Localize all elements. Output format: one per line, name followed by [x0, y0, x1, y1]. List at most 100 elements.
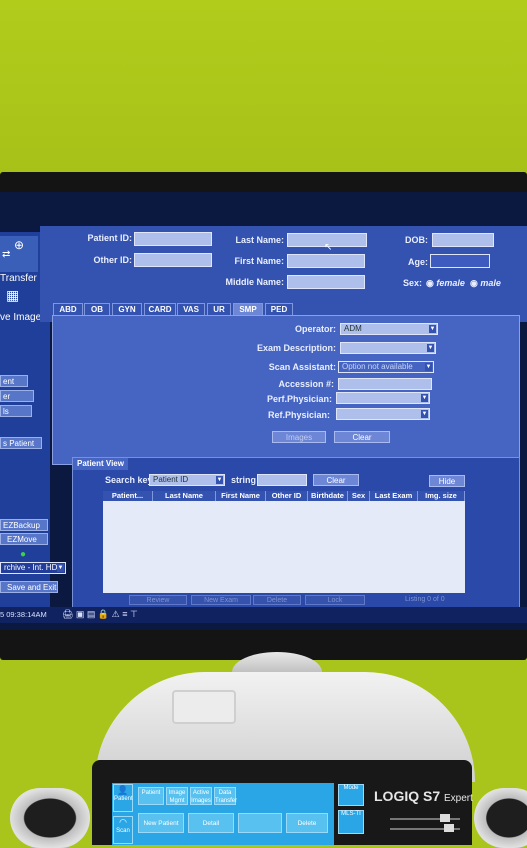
network-icon: ⊕ — [14, 238, 25, 252]
age-field — [430, 254, 490, 268]
review-button[interactable]: Review — [129, 595, 187, 605]
middle-name-field[interactable] — [287, 275, 365, 289]
console-scan-button[interactable]: ◠ Scan — [113, 816, 133, 844]
ezmove-button[interactable]: EZMove — [0, 533, 48, 545]
ref-physician-select[interactable]: ▼ — [336, 408, 430, 420]
delete-button[interactable]: Delete — [253, 595, 301, 605]
first-name-field[interactable] — [287, 254, 365, 268]
left-button-3[interactable]: ls — [0, 405, 32, 417]
probe-icon: ◠ — [119, 817, 127, 827]
age-label: Age: — [408, 257, 428, 267]
column-header[interactable]: First Name — [216, 491, 266, 501]
column-header[interactable]: Patient... — [103, 491, 153, 501]
left-panel-header: ⊕ ⇄ — [0, 236, 38, 272]
operator-label: Operator: — [294, 324, 336, 334]
touch-detail-button[interactable]: Detail — [188, 813, 234, 833]
background-wall — [0, 0, 527, 190]
exam-clear-button[interactable]: Clear — [334, 431, 390, 443]
column-header[interactable]: Other ID — [266, 491, 308, 501]
touch-tab-image-mgmt[interactable]: Image Mgmt — [166, 787, 188, 805]
column-header[interactable]: Sex — [348, 491, 370, 501]
left-button-1[interactable]: ent — [0, 375, 28, 387]
transfer-label[interactable]: Transfer — [0, 273, 37, 284]
scan-button-label: Scan — [116, 828, 130, 834]
perf-physician-select[interactable]: ▼ — [336, 392, 430, 404]
patient-button-label: Patient — [114, 796, 133, 802]
exam-description-label: Exam Description: — [256, 343, 336, 353]
touch-button[interactable] — [238, 813, 282, 833]
sex-male-radio[interactable]: ◉ male — [470, 278, 501, 289]
search-clear-button[interactable]: Clear — [313, 474, 359, 486]
person-icon: 👤 — [117, 785, 129, 795]
left-button-2[interactable]: er — [0, 390, 34, 402]
status-bar: 5 09:38:14AM 🖨 ▣ ▤ 🔒 ⚠ ≡ ⊤ — [0, 607, 527, 623]
patient-view-panel: Patient View Search key Patient ID ▼ str… — [72, 457, 520, 619]
archive-select[interactable]: rchive - Int. HD ▼ — [0, 562, 66, 574]
slider-knob[interactable] — [444, 824, 454, 832]
column-header[interactable]: Last Exam — [370, 491, 418, 501]
patient-view-title: Patient View — [73, 458, 128, 470]
brand-name: LOGIQ S7 — [374, 788, 441, 804]
last-name-label: Last Name: — [235, 235, 284, 245]
dob-label: DOB: — [405, 235, 428, 245]
brand-logo: LOGIQ S7 Expert — [374, 788, 473, 804]
patient-list[interactable] — [103, 501, 465, 593]
right-knob[interactable] — [474, 788, 527, 848]
console-patient-button[interactable]: 👤 Patient — [113, 784, 133, 812]
first-name-label: First Name: — [234, 256, 284, 266]
touch-new-patient-button[interactable]: New Patient — [138, 813, 184, 833]
slider-knob[interactable] — [440, 814, 450, 822]
save-and-exit-button[interactable]: Save and Exit — [0, 581, 58, 593]
archive-select-value: rchive - Int. HD — [4, 563, 58, 572]
chevron-down-icon: ▼ — [429, 325, 436, 333]
touch-tab-data-transfer[interactable]: Data Transfer — [214, 787, 237, 805]
other-id-field[interactable] — [134, 253, 212, 267]
chevron-down-icon: ▼ — [425, 363, 432, 371]
middle-name-label: Middle Name: — [225, 277, 284, 287]
status-icons: 🖨 ▣ ▤ 🔒 ⚠ ≡ ⊤ — [62, 609, 138, 619]
search-string-field[interactable] — [257, 474, 307, 486]
console-mls-button[interactable]: MLS-TI — [338, 810, 364, 834]
exam-description-select[interactable]: ▼ — [340, 342, 436, 354]
touch-tab-patient[interactable]: Patient — [138, 787, 164, 805]
chevron-down-icon: ▼ — [421, 410, 428, 418]
column-header[interactable]: Last Name — [153, 491, 216, 501]
scan-assistant-label: Scan Assistant: — [268, 362, 336, 372]
string-label: string — [231, 475, 257, 485]
sex-male-label: male — [480, 278, 501, 288]
accession-field[interactable] — [338, 378, 432, 390]
left-knob[interactable] — [10, 788, 90, 848]
hide-button[interactable]: Hide — [429, 475, 465, 487]
clock: 5 09:38:14AM — [0, 610, 47, 619]
touch-delete-button[interactable]: Delete — [286, 813, 328, 833]
operator-select[interactable]: ADM ▼ — [340, 323, 438, 335]
column-header[interactable]: Birthdate — [308, 491, 348, 501]
new-patient-button[interactable]: s Patient — [0, 437, 42, 449]
listing-count: Listing 0 of 0 — [405, 596, 445, 603]
sex-female-radio[interactable]: ◉ female — [426, 278, 465, 289]
search-key-select[interactable]: Patient ID ▼ — [149, 474, 225, 486]
other-id-label: Other ID: — [93, 255, 132, 265]
monitor-screen: ⊕ ⇄ Transfer ▦ ve Images ent er ls s Pat… — [0, 192, 527, 630]
search-key-value: Patient ID — [153, 475, 189, 484]
perf-physician-label: Perf.Physician: — [266, 394, 332, 404]
archive-icon: ▦ — [6, 287, 20, 303]
touch-tab-active-images[interactable]: Active Images — [190, 787, 212, 805]
lock-button[interactable]: Lock — [305, 595, 365, 605]
sex-label: Sex: — [402, 278, 422, 288]
dob-field[interactable] — [432, 233, 494, 247]
transfer-arrows-icon: ⇄ — [2, 249, 11, 260]
status-dot-icon: ● — [20, 549, 27, 560]
ezbackup-button[interactable]: EZBackup — [0, 519, 48, 531]
patient-id-label: Patient ID: — [87, 233, 132, 243]
images-button[interactable]: Images — [272, 431, 326, 443]
scan-assistant-select[interactable]: Option not available ▼ — [338, 361, 434, 373]
sex-female-label: female — [436, 278, 465, 288]
column-header[interactable]: Img. size — [418, 491, 465, 501]
touch-panel: Patient Image Mgmt Active Images Data Tr… — [112, 783, 334, 845]
ref-physician-label: Ref.Physician: — [267, 410, 330, 420]
console-mode-button[interactable]: Mode — [338, 784, 364, 806]
patient-id-field[interactable] — [134, 232, 212, 246]
new-exam-button[interactable]: New Exam — [191, 595, 251, 605]
mouse-cursor-icon: ↖ — [324, 242, 333, 253]
